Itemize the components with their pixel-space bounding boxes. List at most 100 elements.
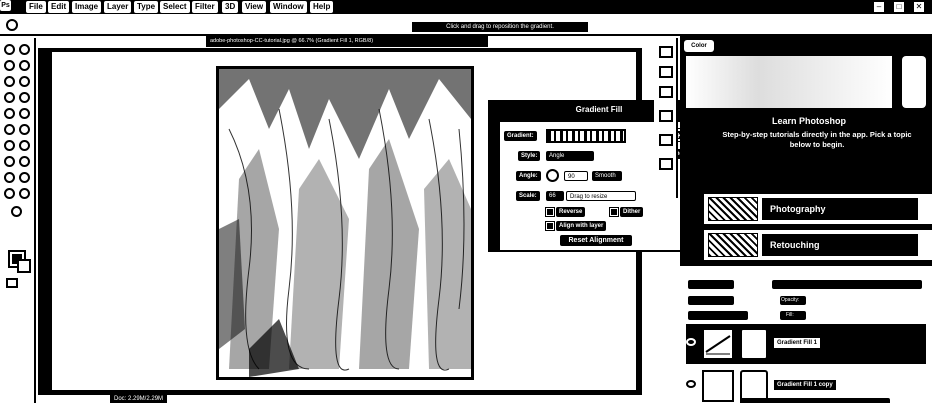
align-with-layer-label: Align with layer <box>556 221 607 231</box>
angle-input[interactable]: 90 <box>564 171 588 181</box>
properties-panel-icon[interactable] <box>659 66 673 78</box>
shape-tool-icon[interactable] <box>19 172 30 183</box>
menu-layer[interactable]: Layer <box>104 1 132 13</box>
zoom-tool-icon[interactable] <box>19 188 30 199</box>
color-swatches[interactable] <box>8 250 31 273</box>
pen-tool-icon[interactable] <box>4 156 15 167</box>
fill-label: Fill: <box>780 311 806 320</box>
right-panel-dock: Color Learn Photoshop Step-by-step tutor… <box>680 36 932 403</box>
healing-brush-tool-icon[interactable] <box>4 92 15 103</box>
align-with-layer-checkbox[interactable] <box>545 221 555 231</box>
style-select[interactable]: Angle <box>546 151 594 161</box>
chevron-right-icon: ▶ <box>919 235 928 247</box>
panel-icon-strip <box>654 38 678 198</box>
learn-card-retouching[interactable]: Retouching ▶ <box>704 230 932 260</box>
photography-thumbnail <box>708 197 758 221</box>
layer-filter-icons[interactable] <box>772 280 922 289</box>
path-select-tool-icon[interactable] <box>4 172 15 183</box>
dodge-tool-icon[interactable] <box>19 140 30 151</box>
adjustments-panel-icon[interactable] <box>659 86 673 98</box>
brush-tool-icon[interactable] <box>19 92 30 103</box>
menu-file[interactable]: File <box>26 1 46 13</box>
menu-view[interactable]: View <box>242 1 267 13</box>
gradient-label: Gradient: <box>504 131 537 141</box>
menu-edit[interactable]: Edit <box>48 1 70 13</box>
maximize-button[interactable]: □ <box>894 2 904 12</box>
menu-window[interactable]: Window <box>270 1 307 13</box>
reverse-checkbox[interactable] <box>545 207 555 217</box>
menu-help[interactable]: Help <box>310 1 334 13</box>
layer-name: Gradient Fill 1 copy <box>774 380 836 390</box>
dither-label: Dither <box>620 207 644 217</box>
type-tool-icon[interactable] <box>19 156 30 167</box>
lock-icons[interactable] <box>688 311 748 320</box>
menu-image[interactable]: Image <box>72 1 102 13</box>
paragraph-panel-icon[interactable] <box>659 110 673 122</box>
scale-label: Scale: <box>516 191 540 201</box>
learn-card-label: Photography <box>762 198 918 220</box>
lasso-tool-icon[interactable] <box>4 60 15 71</box>
more-tools-icon[interactable] <box>11 206 22 217</box>
layer-thumbnail <box>702 370 734 402</box>
close-window-button[interactable]: ✕ <box>914 2 924 12</box>
gradient-tool-icon[interactable] <box>19 124 30 135</box>
document-tab[interactable]: adobe-photoshop-CC-tutorial.jpg @ 66.7% … <box>206 36 488 47</box>
menu-select[interactable]: Select <box>160 1 190 13</box>
clone-stamp-tool-icon[interactable] <box>4 108 15 119</box>
layer-row-selected[interactable]: Gradient Fill 1 <box>686 324 926 364</box>
layer-filter[interactable] <box>688 280 734 289</box>
gradient-picker[interactable] <box>546 129 626 143</box>
quick-mask-icon[interactable] <box>6 278 18 288</box>
brushes-panel-icon[interactable] <box>659 158 673 170</box>
photoshop-logo: Ps <box>0 0 11 11</box>
doc-size: Doc: 2.29M/2.29M <box>110 395 168 403</box>
layer-mask-thumbnail <box>740 328 768 360</box>
reset-alignment-button[interactable]: Reset Alignment <box>560 235 632 246</box>
layers-panel-footer-icons[interactable] <box>740 398 890 403</box>
layers-panel: Opacity: Fill: Gradient Fill 1 Gradient … <box>680 264 932 403</box>
learn-card-label: Retouching <box>762 234 918 256</box>
blend-mode-select[interactable] <box>688 296 734 305</box>
menu-filter[interactable]: Filter <box>192 1 218 13</box>
opacity-label: Opacity: <box>780 296 806 305</box>
menu-bar: Ps File Edit Image Layer Type Select Fil… <box>0 0 932 14</box>
move-tool-icon[interactable] <box>4 44 15 55</box>
minimize-button[interactable]: – <box>874 2 884 12</box>
eye-icon[interactable] <box>686 380 696 388</box>
menu-3d[interactable]: 3D <box>222 1 239 13</box>
background-color-swatch[interactable] <box>17 259 31 273</box>
toolbar <box>0 38 36 403</box>
home-icon[interactable] <box>6 19 18 31</box>
history-panel-icon[interactable] <box>659 46 673 58</box>
marquee-tool-icon[interactable] <box>19 44 30 55</box>
eye-icon[interactable] <box>686 338 696 346</box>
dither-checkbox[interactable] <box>609 207 619 217</box>
learn-title: Learn Photoshop <box>772 116 846 126</box>
color-picker-field[interactable] <box>684 54 894 110</box>
blur-tool-icon[interactable] <box>4 140 15 151</box>
hand-tool-icon[interactable] <box>4 188 15 199</box>
character-panel-icon[interactable] <box>659 134 673 146</box>
chevron-right-icon: ▶ <box>919 199 928 211</box>
retouching-thumbnail <box>708 233 758 257</box>
method-select[interactable]: Smooth <box>592 171 622 181</box>
reverse-label: Reverse <box>556 207 586 217</box>
eyedropper-tool-icon[interactable] <box>19 76 30 87</box>
image-artwork <box>219 69 471 377</box>
quick-select-tool-icon[interactable] <box>19 60 30 71</box>
color-panel-tab[interactable]: Color <box>684 40 714 52</box>
scale-hint: Drag to resize <box>566 191 636 201</box>
crop-tool-icon[interactable] <box>4 76 15 87</box>
angle-dial-icon[interactable] <box>546 169 559 182</box>
swatch-column[interactable] <box>902 56 926 108</box>
angle-label: Angle: <box>516 171 541 181</box>
scale-input[interactable]: 66 <box>546 191 564 201</box>
history-brush-tool-icon[interactable] <box>19 108 30 119</box>
eraser-tool-icon[interactable] <box>4 124 15 135</box>
learn-card-photography[interactable]: Photography ▶ <box>704 194 932 224</box>
menu-type[interactable]: Type <box>134 1 159 13</box>
status-bar: Doc: 2.29M/2.29M <box>38 393 642 403</box>
document-image[interactable] <box>216 66 474 380</box>
layer-name: Gradient Fill 1 <box>774 338 821 348</box>
style-label: Style: <box>518 151 541 161</box>
